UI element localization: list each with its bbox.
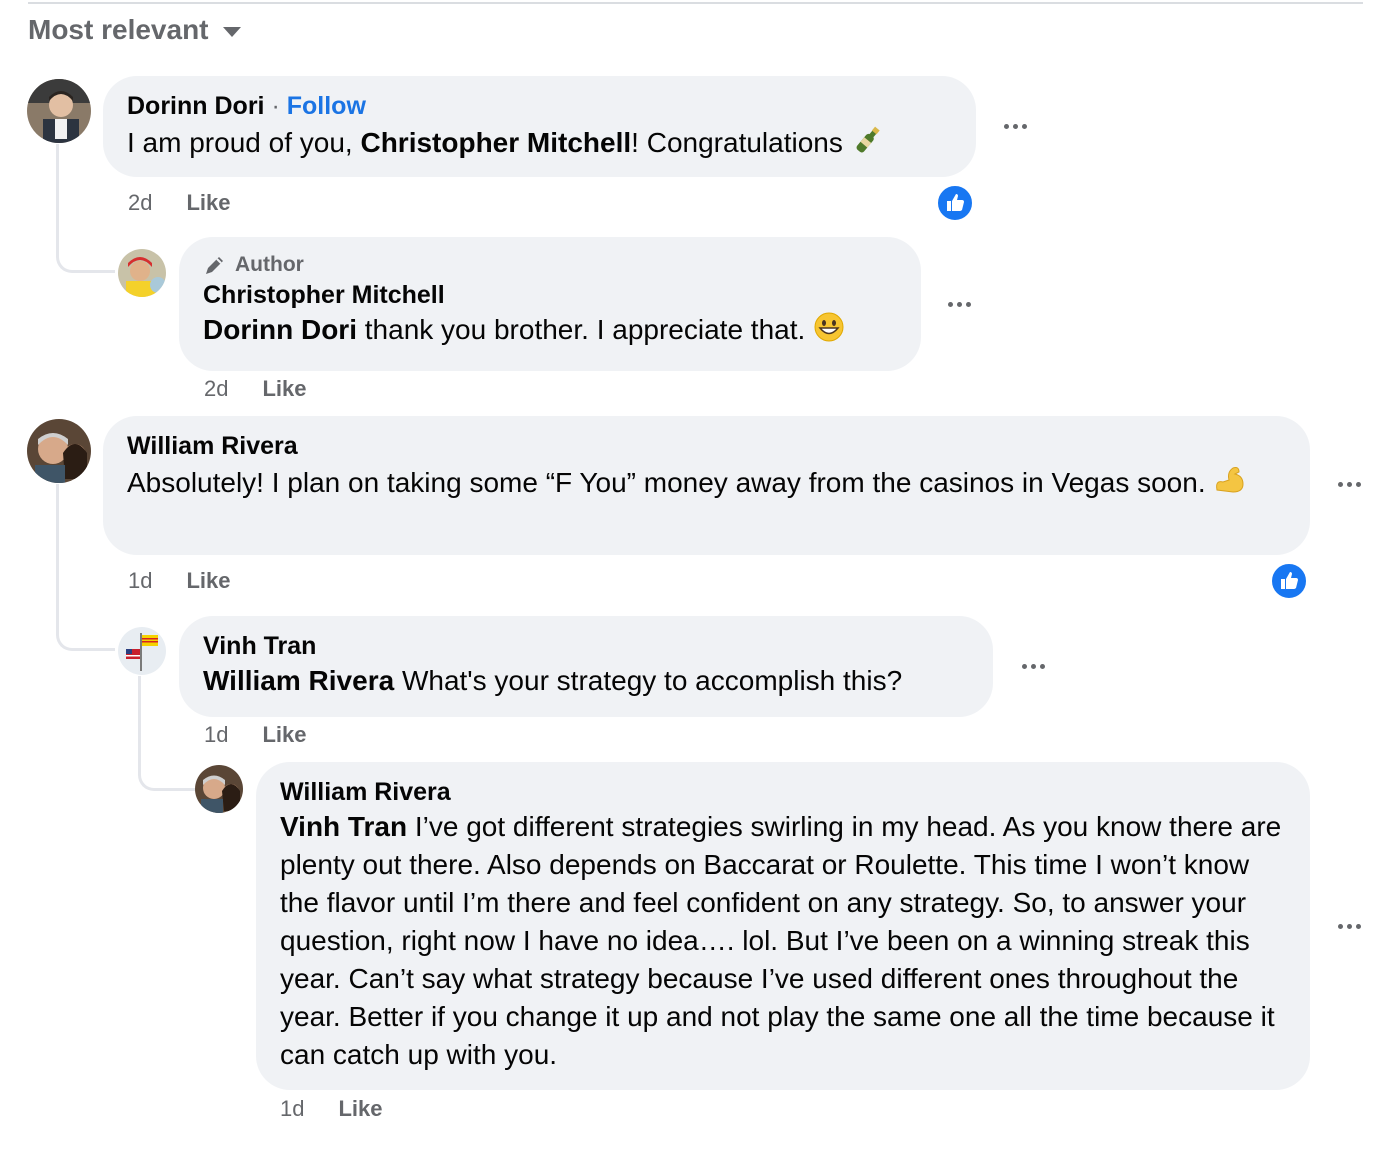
pen-icon	[206, 257, 223, 274]
comment-text-part: Absolutely! I plan on taking some “F You…	[127, 467, 1206, 498]
author-badge-label: Author	[235, 253, 304, 276]
mention-link[interactable]: Vinh Tran	[280, 811, 407, 842]
grinning-face-icon	[814, 312, 844, 342]
comment-text-part: What's your strategy to accomplish this?	[394, 665, 903, 696]
comment-meta: 2d Like	[128, 189, 231, 217]
comment-meta: 1d Like	[128, 567, 231, 595]
like-button[interactable]: Like	[262, 721, 306, 749]
flexed-biceps-icon	[1216, 467, 1244, 493]
like-button[interactable]: Like	[338, 1095, 382, 1123]
avatar[interactable]	[195, 765, 243, 813]
comment-text: I am proud of you, Christopher Mitchell!…	[127, 122, 952, 162]
like-button[interactable]: Like	[186, 189, 230, 217]
divider	[28, 2, 1363, 4]
more-options-button[interactable]	[1329, 906, 1369, 946]
comment-author[interactable]: Vinh Tran	[203, 630, 969, 662]
champagne-icon	[856, 126, 880, 153]
comment-bubble: William Rivera Vinh Tran I’ve got differ…	[256, 762, 1310, 1090]
comment-bubble: Author Christopher Mitchell Dorinn Dori …	[179, 237, 921, 371]
mention-link[interactable]: William Rivera	[203, 665, 394, 696]
comment-text: Dorinn Dori thank you brother. I appreci…	[203, 311, 897, 349]
comment-meta: 1d Like	[204, 721, 307, 749]
timestamp[interactable]: 2d	[128, 189, 152, 217]
more-options-button[interactable]	[1013, 646, 1053, 686]
comment-text: Absolutely! I plan on taking some “F You…	[127, 462, 1286, 502]
more-options-button[interactable]	[1329, 464, 1369, 504]
avatar[interactable]	[27, 419, 91, 483]
timestamp[interactable]: 1d	[280, 1095, 304, 1123]
comment-author[interactable]: Christopher Mitchell	[203, 279, 897, 311]
avatar[interactable]	[118, 627, 166, 675]
sort-dropdown[interactable]: Most relevant	[28, 14, 241, 46]
comment-bubble: Dorinn Dori · Follow I am proud of you, …	[103, 76, 976, 177]
follow-link[interactable]: Follow	[287, 92, 366, 120]
like-reaction-icon[interactable]	[1270, 562, 1308, 600]
avatar[interactable]	[27, 79, 91, 143]
timestamp[interactable]: 1d	[204, 721, 228, 749]
separator-dot: ·	[271, 92, 280, 120]
comment-text-part: I am proud of you,	[127, 127, 361, 158]
thread-line	[56, 144, 115, 273]
avatar[interactable]	[118, 249, 166, 297]
comment-meta: 1d Like	[280, 1095, 383, 1123]
comment-author[interactable]: Dorinn Dori	[127, 92, 265, 120]
comment-text-part: thank you brother. I appreciate that.	[357, 314, 806, 345]
comment-text-part: ! Congratulations	[631, 127, 843, 158]
more-options-button[interactable]	[995, 106, 1035, 146]
author-badge: Author	[203, 251, 897, 279]
comment-author[interactable]: William Rivera	[127, 430, 1286, 462]
comment-bubble: William Rivera Absolutely! I plan on tak…	[103, 416, 1310, 555]
caret-down-icon	[222, 27, 241, 37]
comment-author[interactable]: William Rivera	[280, 776, 1286, 808]
sort-label: Most relevant	[28, 14, 209, 45]
mention-link[interactable]: Dorinn Dori	[203, 314, 357, 345]
timestamp[interactable]: 1d	[128, 567, 152, 595]
comment-text: William Rivera What's your strategy to a…	[203, 662, 969, 700]
comment-text: Vinh Tran I’ve got different strategies …	[280, 808, 1286, 1074]
timestamp[interactable]: 2d	[204, 375, 228, 403]
comment-text-part: I’ve got different strategies swirling i…	[280, 811, 1282, 1070]
more-options-button[interactable]	[939, 284, 979, 324]
comment-meta: 2d Like	[204, 375, 307, 403]
like-button[interactable]: Like	[186, 567, 230, 595]
mention-link[interactable]: Christopher Mitchell	[360, 127, 631, 158]
comment-bubble: Vinh Tran William Rivera What's your str…	[179, 616, 993, 717]
like-button[interactable]: Like	[262, 375, 306, 403]
like-reaction-icon[interactable]	[936, 184, 974, 222]
